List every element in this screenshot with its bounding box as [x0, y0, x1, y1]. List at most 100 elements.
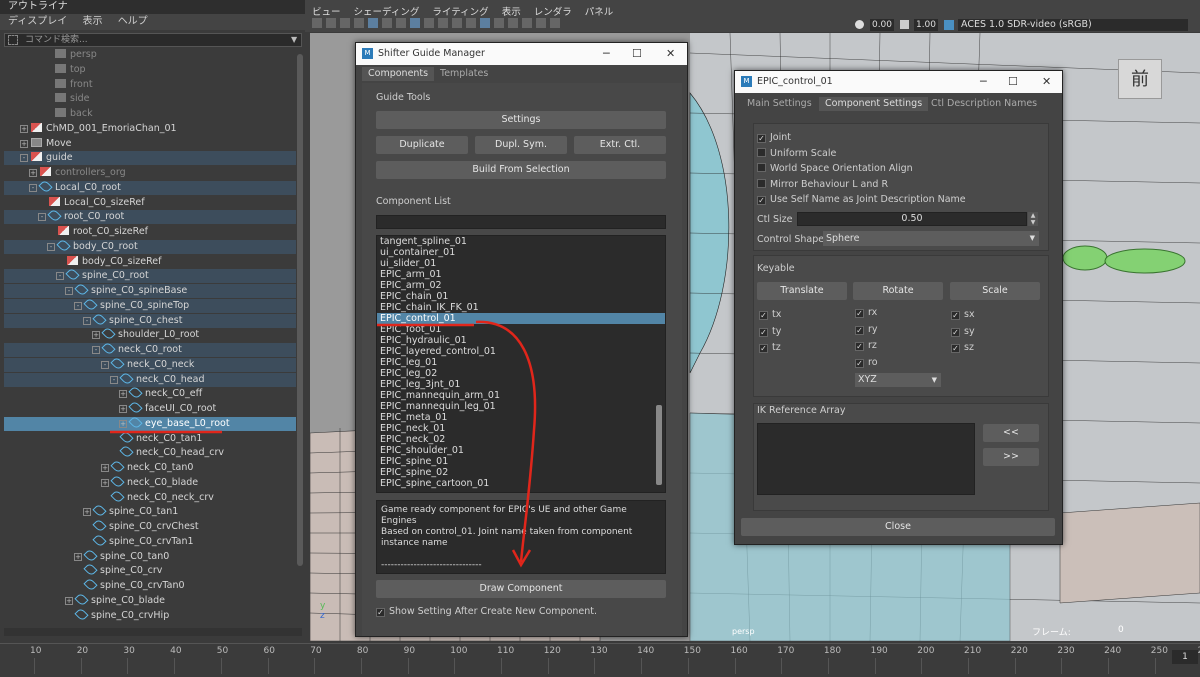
expand-icon[interactable]: +: [20, 139, 28, 148]
expand-icon[interactable]: +: [65, 596, 73, 605]
option-checkbox[interactable]: ✓ Joint: [757, 132, 966, 148]
outliner-row[interactable]: spine_C0_crvChest: [4, 518, 296, 534]
build-from-selection-button[interactable]: Build From Selection: [376, 161, 666, 179]
lock-camera-icon[interactable]: [326, 18, 336, 28]
component-list-item[interactable]: EPIC_neck_02: [377, 434, 665, 445]
collapse-icon[interactable]: -: [47, 242, 55, 251]
textured-icon[interactable]: [438, 18, 448, 28]
outliner-row[interactable]: + ChMD_001_EmoriaChan_01: [4, 122, 296, 136]
expand-icon[interactable]: +: [119, 419, 127, 428]
ik-add-button[interactable]: <<: [983, 424, 1039, 442]
outliner-scrollbar-h[interactable]: [4, 628, 302, 636]
outliner-row[interactable]: + Move: [4, 137, 296, 151]
outliner-row[interactable]: - body_C0_root: [4, 238, 296, 254]
scale-button[interactable]: Scale: [950, 282, 1040, 300]
menu-help[interactable]: ヘルプ: [118, 16, 148, 27]
menu-show[interactable]: 表示: [83, 16, 103, 27]
outliner-row[interactable]: - spine_C0_chest: [4, 311, 296, 328]
ik-reference-list[interactable]: [757, 423, 975, 495]
expand-icon[interactable]: +: [74, 552, 82, 561]
outliner-row[interactable]: spine_C0_crv: [4, 562, 296, 578]
component-list-item[interactable]: EPIC_arm_02: [377, 280, 665, 291]
collapse-icon[interactable]: -: [74, 301, 82, 310]
collapse-icon[interactable]: -: [56, 272, 64, 281]
collapse-icon[interactable]: -: [29, 183, 37, 192]
outliner-row[interactable]: - spine_C0_spineBase: [4, 282, 296, 298]
component-list-item[interactable]: EPIC_chain_01: [377, 291, 665, 302]
collapse-icon[interactable]: -: [110, 375, 118, 384]
outliner-row[interactable]: spine_C0_crvHip: [4, 606, 296, 623]
close-icon[interactable]: ✕: [666, 43, 675, 65]
aa-icon[interactable]: [536, 18, 546, 28]
settings-button[interactable]: Settings: [376, 111, 666, 129]
tab-component-settings[interactable]: Component Settings: [819, 97, 929, 111]
minimize-icon[interactable]: ─: [980, 71, 987, 93]
keyable-checkbox[interactable]: ✓ sy: [951, 326, 975, 343]
chevron-down-icon[interactable]: ▼: [291, 35, 297, 44]
outliner-row[interactable]: back: [4, 107, 296, 121]
component-list-item[interactable]: EPIC_foot_01: [377, 324, 665, 335]
depth-of-field-icon[interactable]: [550, 18, 560, 28]
outliner-row[interactable]: body_C0_sizeRef: [4, 255, 296, 269]
epic-titlebar[interactable]: M EPIC_control_01 ─ ☐ ✕: [735, 71, 1062, 93]
outliner-row[interactable]: spine_C0_crvTan0: [4, 577, 296, 593]
collapse-icon[interactable]: -: [92, 346, 100, 354]
outliner-row[interactable]: - root_C0_root: [4, 208, 296, 225]
component-list-item[interactable]: EPIC_leg_02: [377, 368, 665, 379]
expand-icon[interactable]: +: [29, 169, 37, 177]
menu-shading[interactable]: シェーディング: [354, 7, 420, 18]
component-filter-input[interactable]: [376, 215, 666, 229]
outliner-row[interactable]: - spine_C0_root: [4, 267, 296, 284]
expand-icon[interactable]: +: [92, 331, 100, 340]
menu-panels[interactable]: パネル: [585, 7, 614, 18]
option-checkbox[interactable]: World Space Orientation Align: [757, 163, 966, 179]
expand-icon[interactable]: +: [20, 124, 28, 133]
duplicate-button[interactable]: Duplicate: [376, 136, 468, 154]
menu-view[interactable]: ビュー: [312, 7, 341, 18]
shadows-icon[interactable]: [466, 18, 476, 28]
keyable-checkbox[interactable]: ✓ tx: [759, 309, 781, 326]
component-list[interactable]: tangent_spline_01 ui_container_01 ui_slide…: [376, 235, 666, 493]
gamma-value[interactable]: 1.00: [914, 19, 938, 31]
show-setting-checkbox[interactable]: ✓ Show Setting After Create New Component…: [376, 606, 597, 617]
outliner-row[interactable]: + spine_C0_blade: [4, 592, 296, 608]
tab-ctl-description-names[interactable]: Ctl Description Names: [925, 97, 1043, 111]
tab-templates[interactable]: Templates: [434, 67, 494, 81]
color-space-icon[interactable]: [944, 20, 954, 30]
keyable-checkbox[interactable]: ✓ rx: [855, 307, 878, 324]
component-list-item[interactable]: EPIC_layered_control_01: [377, 346, 665, 357]
component-list-item[interactable]: EPIC_meta_01: [377, 412, 665, 423]
outliner-row[interactable]: + controllers_org: [4, 166, 296, 180]
component-list-item[interactable]: EPIC_mannequin_arm_01: [377, 390, 665, 401]
outliner-row[interactable]: - neck_C0_root: [4, 341, 296, 357]
outliner-row[interactable]: + eye_base_L0_root: [4, 415, 296, 431]
component-list-item[interactable]: EPIC_chain_IK_FK_01: [377, 302, 665, 313]
translate-button[interactable]: Translate: [757, 282, 847, 300]
smooth-shade-icon[interactable]: [424, 18, 434, 28]
maximize-icon[interactable]: ☐: [632, 43, 642, 65]
menu-show-vp[interactable]: 表示: [502, 7, 521, 18]
component-list-item[interactable]: EPIC_arm_01: [377, 269, 665, 280]
close-icon[interactable]: ✕: [1042, 71, 1051, 93]
isolate-icon[interactable]: [494, 18, 504, 28]
outliner-row[interactable]: top: [4, 63, 296, 77]
outliner-row[interactable]: neck_C0_head_crv: [4, 444, 296, 460]
outliner-row[interactable]: neck_C0_tan1: [4, 429, 296, 446]
outliner-row[interactable]: - spine_C0_spineTop: [4, 297, 296, 313]
expand-icon[interactable]: +: [119, 405, 127, 413]
extr-ctl-button[interactable]: Extr. Ctl.: [574, 136, 666, 154]
component-list-item[interactable]: EPIC_spine_01: [377, 456, 665, 467]
tab-components[interactable]: Components: [362, 67, 435, 81]
rotate-button[interactable]: Rotate: [853, 282, 943, 300]
minimize-icon[interactable]: ─: [603, 43, 610, 65]
ao-icon[interactable]: [508, 18, 518, 28]
collapse-icon[interactable]: -: [38, 213, 46, 222]
search-options-icon[interactable]: [8, 35, 18, 45]
expand-icon[interactable]: +: [119, 390, 127, 399]
outliner-row[interactable]: - guide: [4, 151, 296, 166]
exposure-value[interactable]: 0.00: [870, 19, 894, 31]
outliner-row[interactable]: - neck_C0_head: [4, 370, 296, 387]
outliner-row[interactable]: spine_C0_crvTan1: [4, 533, 296, 549]
ctl-size-input[interactable]: 0.50: [797, 212, 1027, 226]
outliner-row[interactable]: root_C0_sizeRef: [4, 225, 296, 239]
